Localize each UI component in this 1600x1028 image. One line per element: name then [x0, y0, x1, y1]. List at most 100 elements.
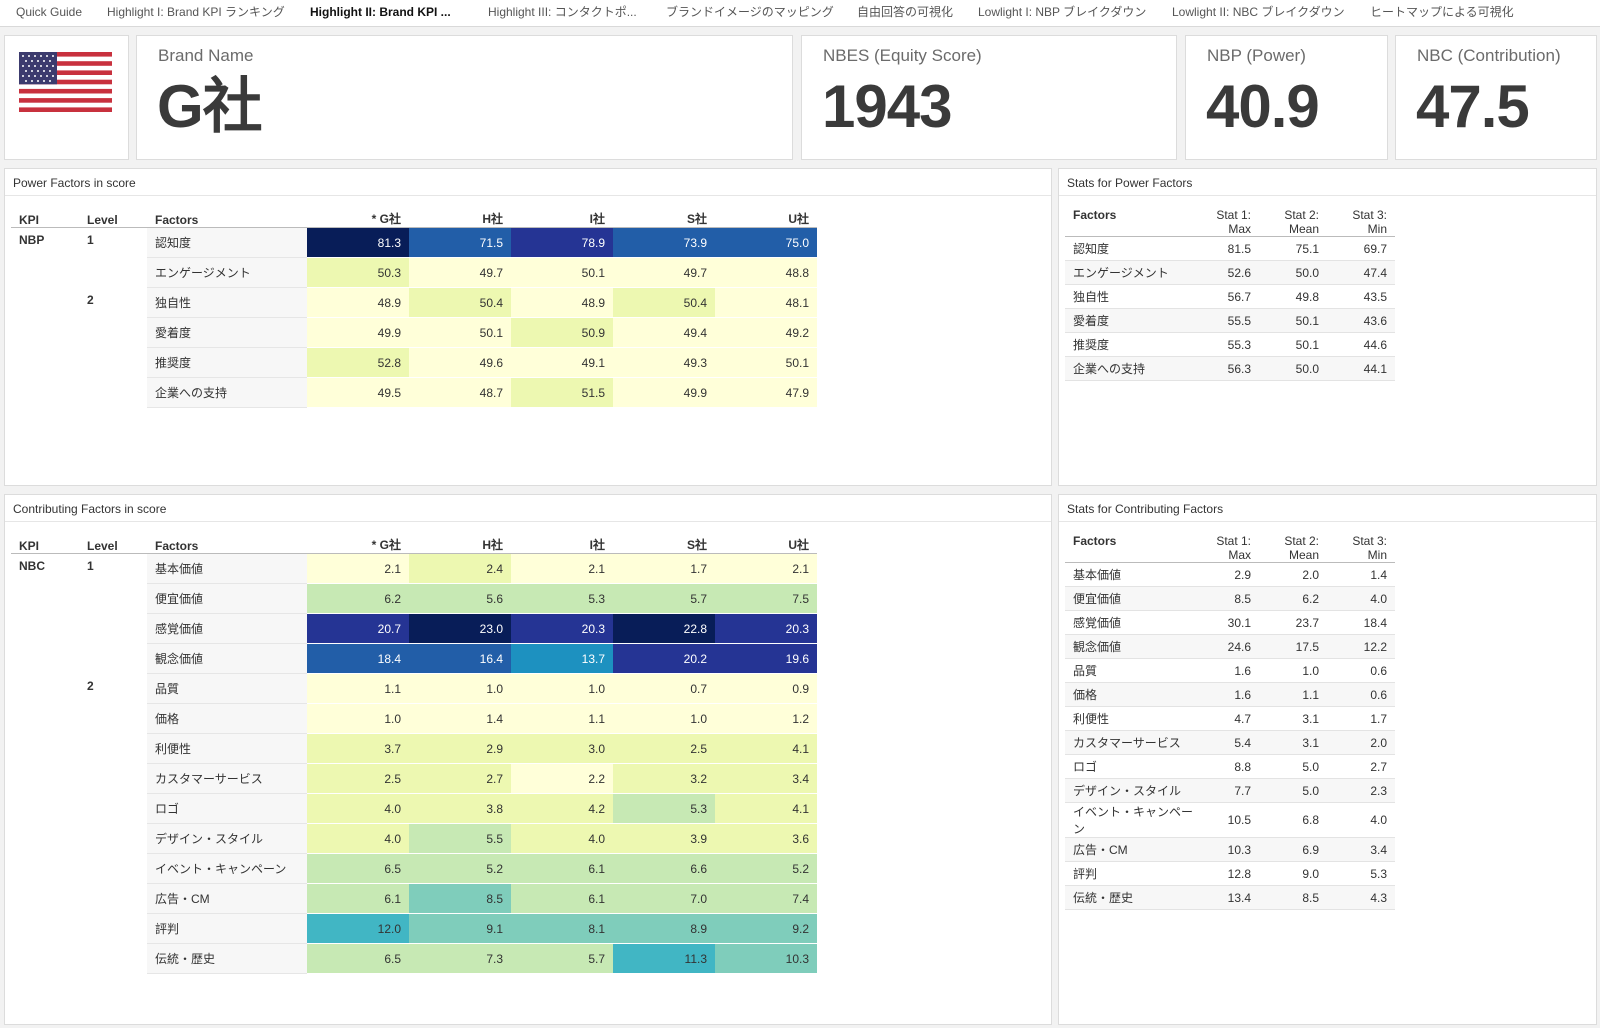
- column-header[interactable]: S社: [613, 202, 715, 228]
- table-row: 感覚価値 20.7 23.0 20.3 22.8 20.3: [11, 613, 817, 644]
- heat-cell: 51.5: [511, 377, 613, 408]
- table-row: ロゴ 8.8 5.0 2.7: [1065, 754, 1395, 779]
- heat-cell: 49.3: [613, 347, 715, 378]
- column-header[interactable]: * G社: [307, 528, 409, 554]
- tab-brand-image-mapping[interactable]: ブランドイメージのマッピング: [666, 0, 834, 26]
- table-row: NBC 1 基本価値 2.1 2.4 2.1 1.7 2.1: [11, 553, 817, 584]
- min-cell: 0.6: [1327, 682, 1395, 707]
- table-row: デザイン・スタイル 7.7 5.0 2.3: [1065, 778, 1395, 803]
- column-header[interactable]: Factors: [147, 202, 307, 228]
- heat-cell: 78.9: [511, 227, 613, 258]
- column-header[interactable]: * G社: [307, 202, 409, 228]
- column-header[interactable]: I社: [511, 528, 613, 554]
- min-cell: 18.4: [1327, 610, 1395, 635]
- kpi-cell: [11, 673, 79, 704]
- column-header[interactable]: U社: [715, 528, 817, 554]
- contributing-factors-title: Contributing Factors in score: [13, 502, 167, 516]
- flag-panel: [4, 35, 129, 160]
- heat-cell: 6.1: [511, 883, 613, 914]
- heat-cell: 0.9: [715, 673, 817, 704]
- heat-cell: 50.1: [409, 317, 511, 348]
- column-header[interactable]: H社: [409, 528, 511, 554]
- column-header[interactable]: Level: [79, 528, 147, 554]
- heat-cell: 3.0: [511, 733, 613, 764]
- heat-cell: 1.0: [307, 703, 409, 734]
- factor-cell: イベント・キャンペーン: [147, 853, 307, 884]
- heat-cell: 50.4: [613, 287, 715, 318]
- kpi-cell: NBP: [11, 227, 79, 258]
- max-cell: 81.5: [1195, 236, 1259, 261]
- table-row: 広告・CM 6.1 8.5 6.1 7.0 7.4: [11, 883, 817, 914]
- tab-highlight-1[interactable]: Highlight I: Brand KPI ランキング: [107, 0, 285, 26]
- min-cell: 12.2: [1327, 634, 1395, 659]
- table-row: 独自性 56.7 49.8 43.5: [1065, 284, 1395, 309]
- table-row: カスタマーサービス 2.5 2.7 2.2 3.2 3.4: [11, 763, 817, 794]
- table-row: 推奨度 55.3 50.1 44.6: [1065, 332, 1395, 357]
- table-row: 愛着度 49.9 50.1 50.9 49.4 49.2: [11, 317, 817, 348]
- tab-free-answer[interactable]: 自由回答の可視化: [857, 0, 953, 26]
- table-row: 価格 1.0 1.4 1.1 1.0 1.2: [11, 703, 817, 734]
- mean-cell: 50.0: [1259, 356, 1327, 381]
- table-row: ロゴ 4.0 3.8 4.2 5.3 4.1: [11, 793, 817, 824]
- factor-cell: 価格: [1065, 682, 1195, 707]
- heat-cell: 2.5: [613, 733, 715, 764]
- min-cell: 1.4: [1327, 562, 1395, 587]
- kpi-cell: [11, 913, 79, 944]
- heat-cell: 5.3: [511, 583, 613, 614]
- table-row: 認知度 81.5 75.1 69.7: [1065, 236, 1395, 261]
- factor-cell: 便宜価値: [147, 583, 307, 614]
- column-header[interactable]: H社: [409, 202, 511, 228]
- tab-lowlight-1[interactable]: Lowlight I: NBP ブレイクダウン: [978, 0, 1146, 26]
- column-header[interactable]: I社: [511, 202, 613, 228]
- column-header[interactable]: U社: [715, 202, 817, 228]
- level-cell: [79, 883, 147, 914]
- heat-cell: 3.6: [715, 823, 817, 854]
- max-cell: 56.7: [1195, 284, 1259, 309]
- tab-quick-guide[interactable]: Quick Guide: [16, 0, 82, 26]
- max-cell: 7.7: [1195, 778, 1259, 803]
- tab-highlight-3[interactable]: Highlight III: コンタクトポ...: [488, 0, 637, 26]
- heat-cell: 12.0: [307, 913, 409, 944]
- mean-cell: 8.5: [1259, 885, 1327, 910]
- heat-cell: 20.2: [613, 643, 715, 674]
- heat-cell: 81.3: [307, 227, 409, 258]
- column-header[interactable]: KPI: [11, 528, 79, 554]
- table-row: 基本価値 2.9 2.0 1.4: [1065, 562, 1395, 587]
- heat-cell: 49.6: [409, 347, 511, 378]
- stat-header-bottom: Mean: [1288, 222, 1319, 236]
- column-header[interactable]: Level: [79, 202, 147, 228]
- brand-name-value: G社: [157, 73, 263, 140]
- factor-cell: 広告・CM: [1065, 837, 1195, 862]
- heat-cell: 22.8: [613, 613, 715, 644]
- heat-cell: 4.0: [307, 793, 409, 824]
- max-cell: 12.8: [1195, 861, 1259, 886]
- column-header[interactable]: KPI: [11, 202, 79, 228]
- tab-heatmap[interactable]: ヒートマップによる可視化: [1370, 0, 1514, 26]
- column-header: Stat 2: Mean: [1259, 202, 1327, 237]
- heat-cell: 13.7: [511, 643, 613, 674]
- mean-cell: 6.2: [1259, 586, 1327, 611]
- tab-highlight-2[interactable]: Highlight II: Brand KPI ...: [310, 0, 451, 26]
- table-row: イベント・キャンペーン 10.5 6.8 4.0: [1065, 802, 1395, 838]
- max-cell: 5.4: [1195, 730, 1259, 755]
- level-cell: [79, 853, 147, 884]
- column-header[interactable]: S社: [613, 528, 715, 554]
- stat-header-top: Stat 3:: [1352, 208, 1387, 222]
- table-row: 評判 12.8 9.0 5.3: [1065, 861, 1395, 886]
- kpi-cell: [11, 317, 79, 348]
- level-cell: [79, 583, 147, 614]
- heat-cell: 6.5: [307, 853, 409, 884]
- stat-header-bottom: Min: [1367, 222, 1387, 236]
- factor-cell: デザイン・スタイル: [1065, 778, 1195, 803]
- heat-cell: 48.1: [715, 287, 817, 318]
- min-cell: 4.0: [1327, 586, 1395, 611]
- level-cell: [79, 733, 147, 764]
- min-cell: 4.3: [1327, 885, 1395, 910]
- tab-lowlight-2[interactable]: Lowlight II: NBC ブレイクダウン: [1172, 0, 1345, 26]
- column-header[interactable]: Factors: [147, 528, 307, 554]
- heat-cell: 5.2: [715, 853, 817, 884]
- table-row: 利便性 4.7 3.1 1.7: [1065, 706, 1395, 731]
- factor-cell: 愛着度: [1065, 308, 1195, 333]
- kpi-cell: [11, 643, 79, 674]
- heat-cell: 48.9: [511, 287, 613, 318]
